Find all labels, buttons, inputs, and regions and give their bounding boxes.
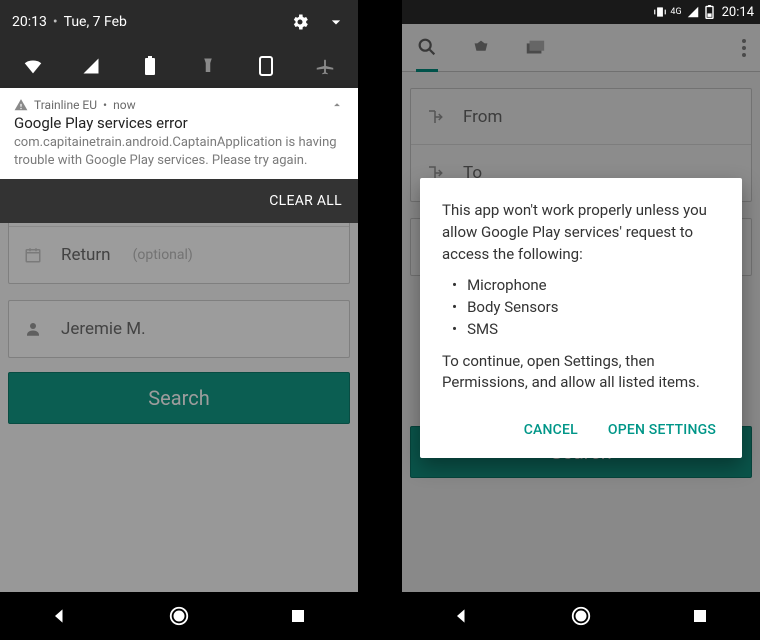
phone-right: 4G 20:14 From To xyxy=(402,0,760,640)
shade-header: 20:13 • Tue, 7 Feb xyxy=(0,0,358,44)
person-icon xyxy=(23,320,43,338)
wifi-icon[interactable] xyxy=(22,55,44,77)
status-time-right: 20:14 xyxy=(722,5,754,20)
signal-icon xyxy=(686,5,700,19)
phone-left: To Tue, 7 Feb at 20:00 Return (optional) xyxy=(0,0,358,640)
perm-item: Microphone xyxy=(452,275,720,297)
row-return[interactable]: Return (optional) xyxy=(9,227,349,283)
search-button-label: Search xyxy=(148,386,209,410)
battery-status-icon xyxy=(703,5,717,19)
nav-home[interactable] xyxy=(166,603,192,629)
quick-toggles xyxy=(0,44,358,88)
return-hint: (optional) xyxy=(133,247,193,263)
warning-icon xyxy=(14,98,28,112)
nav-home[interactable] xyxy=(568,603,594,629)
passenger-label: Jeremie M. xyxy=(61,319,146,339)
cell-icon[interactable] xyxy=(80,55,102,77)
vibrate-icon xyxy=(653,5,667,19)
nav-recent[interactable] xyxy=(687,603,713,629)
open-settings-button[interactable]: OPEN SETTINGS xyxy=(604,412,720,448)
shade-time: 20:13 xyxy=(12,14,47,30)
notif-when: now xyxy=(113,98,136,112)
statusbar-right: 4G 20:14 xyxy=(402,0,760,24)
nav-back[interactable] xyxy=(449,603,475,629)
navbar-right xyxy=(402,592,760,640)
perm-item: Body Sensors xyxy=(452,297,720,319)
nav-back[interactable] xyxy=(47,603,73,629)
notification-card[interactable]: Trainline EU • now Google Play services … xyxy=(0,88,358,179)
airplane-icon[interactable] xyxy=(314,55,336,77)
net-label: 4G xyxy=(670,7,681,17)
notif-app: Trainline EU xyxy=(34,98,97,112)
battery-icon[interactable] xyxy=(139,55,161,77)
shade-date: Tue, 7 Feb xyxy=(64,14,127,30)
notif-body: com.capitainetrain.android.CaptainApplic… xyxy=(0,132,358,179)
search-button-left[interactable]: Search xyxy=(8,372,350,424)
navbar-left xyxy=(0,592,358,640)
dialog-message-2: To continue, open Settings, then Permiss… xyxy=(442,351,720,395)
return-label: Return xyxy=(61,245,111,265)
clear-all-label: CLEAR ALL xyxy=(269,193,342,209)
notification-shade[interactable]: 20:13 • Tue, 7 Feb xyxy=(0,0,358,223)
portrait-icon[interactable] xyxy=(255,55,277,77)
collapse-icon[interactable] xyxy=(330,98,344,112)
row-passenger[interactable]: Jeremie M. xyxy=(9,301,349,357)
calendar-return-icon xyxy=(23,246,43,264)
clear-all-button[interactable]: CLEAR ALL xyxy=(0,179,358,223)
perm-item: SMS xyxy=(452,319,720,341)
expand-icon[interactable] xyxy=(326,12,346,32)
dialog-message-1: This app won't work properly unless you … xyxy=(442,200,720,265)
cancel-button[interactable]: CANCEL xyxy=(520,412,582,448)
notif-title: Google Play services error xyxy=(0,114,358,132)
settings-icon[interactable] xyxy=(290,12,310,32)
nav-recent[interactable] xyxy=(285,603,311,629)
permissions-dialog: This app won't work properly unless you … xyxy=(420,178,742,458)
flashlight-icon[interactable] xyxy=(197,55,219,77)
